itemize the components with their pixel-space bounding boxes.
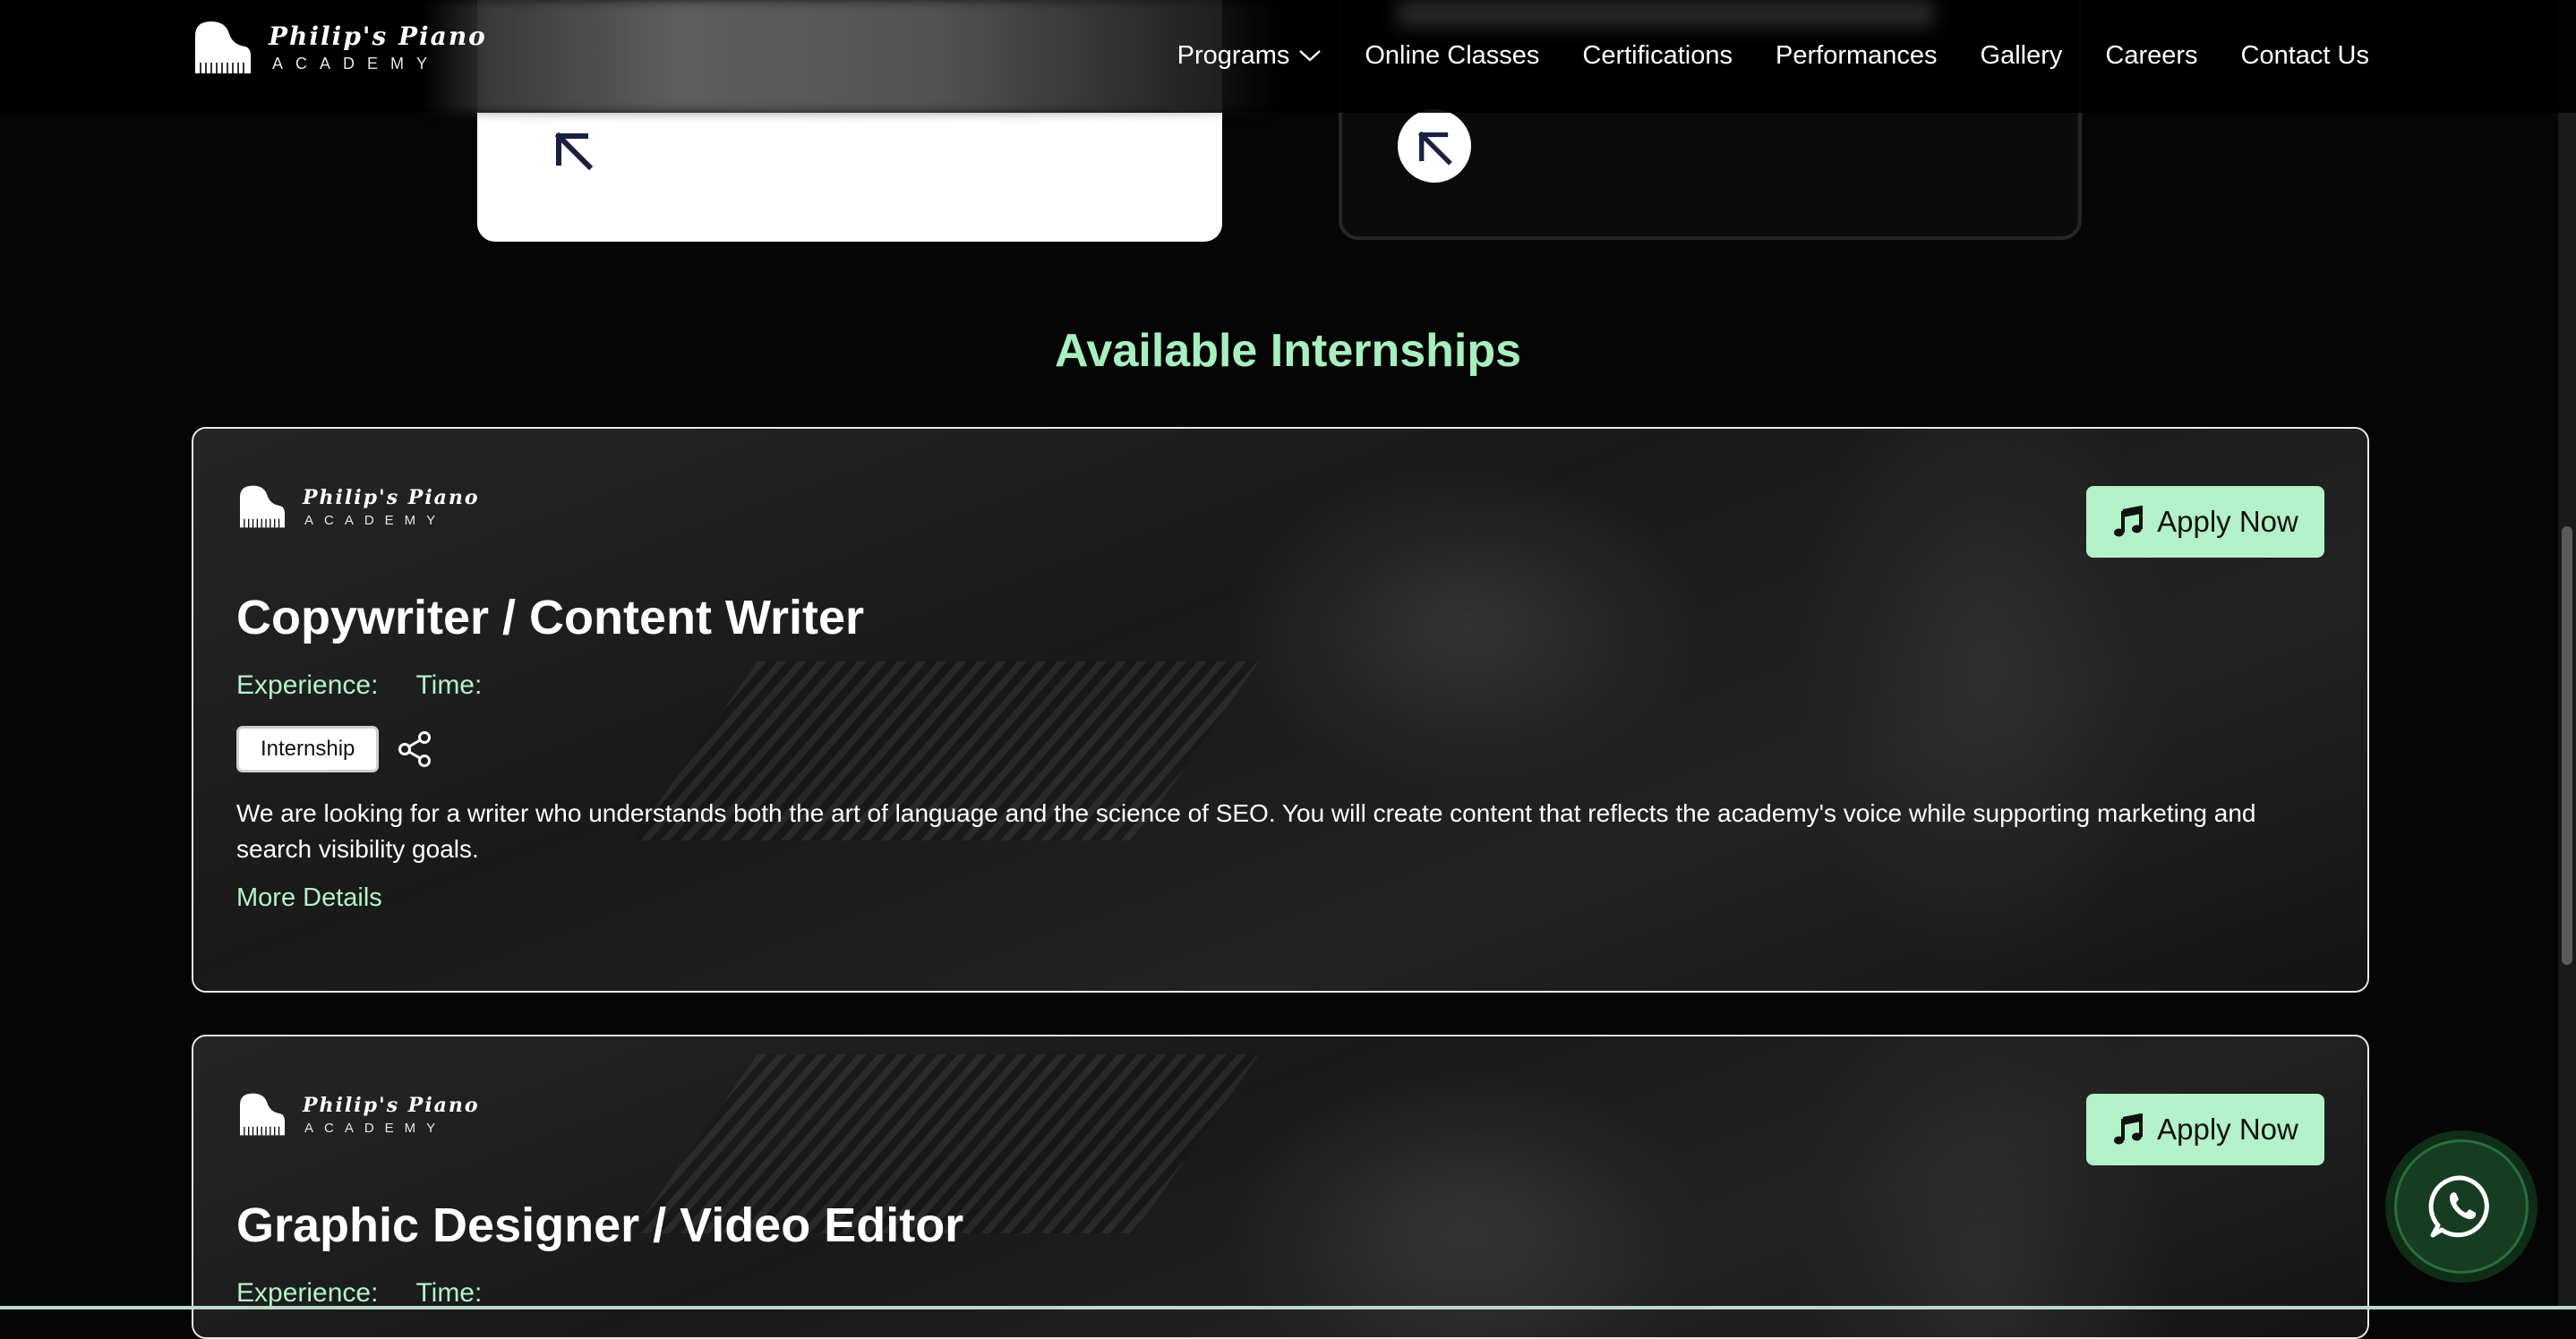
nav-item-label: Certifications [1582,40,1733,70]
apply-now-button[interactable]: Apply Now [2086,1094,2324,1165]
nav-item-programs[interactable]: Programs [1177,41,1322,71]
job-card: Philip's Piano ACADEMY Apply Now Copywri… [192,427,2369,993]
section-title: Available Internships [1054,325,1522,377]
music-note-icon [2114,1113,2144,1145]
piano-logo-icon [240,485,285,528]
brand-name: Philip's Piano [269,21,487,51]
apply-now-label: Apply Now [2157,505,2298,538]
card-logo: Philip's Piano ACADEMY [238,484,480,529]
job-meta: Experience: Time: [236,1278,482,1309]
experience-label: Experience: [236,1278,379,1308]
nav-item-label: Performances [1776,40,1938,70]
experience-label: Experience: [236,670,379,700]
nav-item-careers[interactable]: Careers [2105,41,2197,71]
arrow-up-left-icon[interactable] [548,124,598,174]
share-icon[interactable] [397,730,432,768]
card-background-image [193,1036,2367,1337]
time-label: Time: [415,670,483,700]
whatsapp-button-inner [2394,1139,2529,1274]
card-background-image [193,429,2367,991]
nav-item-online-classes[interactable]: Online Classes [1365,41,1539,71]
brand-sub: ACADEMY [304,512,447,528]
arrow-up-left-icon [1417,131,1452,166]
page-scrollbar[interactable] [2558,0,2576,1309]
job-tags: Internship [236,726,432,772]
job-title: Graphic Designer / Video Editor [236,1198,964,1252]
nav-item-performances[interactable]: Performances [1776,41,1938,71]
card-logo: Philip's Piano ACADEMY [238,1092,480,1137]
brand-name: Philip's Piano [303,485,480,509]
whatsapp-icon [2428,1175,2489,1238]
job-card: Philip's Piano ACADEMY Apply Now Graphic… [192,1035,2369,1339]
nav-item-certifications[interactable]: Certifications [1582,41,1733,71]
piano-logo-icon [240,1093,285,1136]
nav-item-label: Programs [1177,40,1290,70]
arrow-circle-button[interactable] [1398,109,1471,183]
nav-item-label: Online Classes [1365,40,1540,70]
music-note-icon [2114,506,2144,537]
brand-sub: ACADEMY [304,1120,447,1136]
scrollbar-thumb[interactable] [2562,526,2572,965]
brand-name: Philip's Piano [303,1093,480,1117]
whatsapp-button[interactable] [2385,1130,2537,1283]
more-details-link[interactable]: More Details [236,883,382,913]
nav-item-label: Gallery [1980,40,2063,70]
apply-now-button[interactable]: Apply Now [2086,486,2324,558]
navbar: Philip's Piano ACADEMY Programs Online C… [0,0,2576,113]
apply-now-label: Apply Now [2157,1113,2298,1146]
nav-item-label: Careers [2105,40,2198,70]
job-type-badge: Internship [236,726,380,772]
time-label: Time: [415,1278,483,1308]
brand-sub: ACADEMY [272,55,441,72]
job-description: We are looking for a writer who understa… [236,799,2256,863]
bottom-edge [0,1306,2576,1309]
nav-item-contact-us[interactable]: Contact Us [2241,41,2369,71]
piano-logo-icon [195,21,251,73]
chevron-down-icon [1299,50,1322,62]
nav-item-gallery[interactable]: Gallery [1981,41,2063,71]
nav-item-label: Contact Us [2240,40,2369,70]
site-logo[interactable]: Philip's Piano ACADEMY [193,20,487,75]
job-meta: Experience: Time: [236,670,482,701]
nav-menu: Programs Online Classes Certifications P… [1177,0,2369,111]
job-title: Copywriter / Content Writer [236,591,865,644]
